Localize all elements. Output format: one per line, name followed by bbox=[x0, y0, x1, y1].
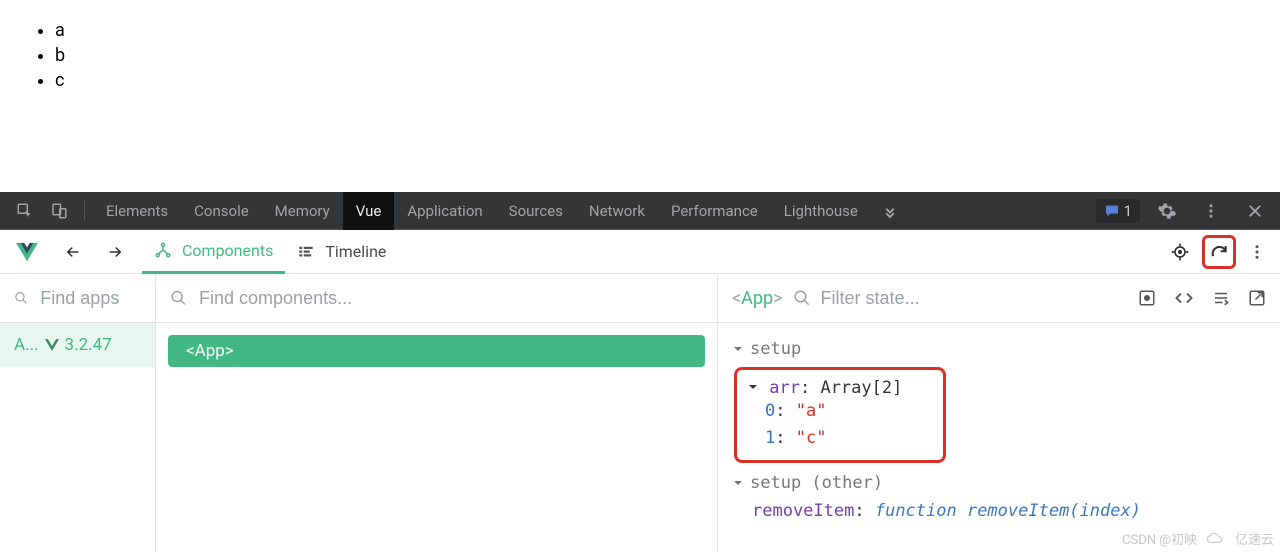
close-icon[interactable] bbox=[1242, 198, 1268, 224]
search-icon bbox=[14, 289, 28, 307]
list-item: c bbox=[55, 70, 1280, 91]
find-apps-search[interactable] bbox=[0, 274, 155, 323]
tab-components[interactable]: Components bbox=[142, 230, 285, 274]
tab-elements[interactable]: Elements bbox=[93, 192, 181, 230]
state-row-arr-0[interactable]: 0: "a" bbox=[747, 398, 933, 425]
apps-panel: A... 3.2.47 bbox=[0, 274, 156, 552]
section-setup-other[interactable]: setup (other) bbox=[732, 473, 1266, 493]
tab-vue[interactable]: Vue bbox=[343, 192, 395, 230]
find-apps-input[interactable] bbox=[40, 288, 141, 309]
caret-down-icon bbox=[732, 477, 744, 489]
caret-down-icon bbox=[732, 343, 744, 355]
locate-icon[interactable] bbox=[1170, 242, 1190, 262]
kebab-menu-icon[interactable] bbox=[1248, 243, 1266, 261]
app-row[interactable]: A... 3.2.47 bbox=[0, 323, 155, 367]
caret-down-icon bbox=[747, 381, 759, 393]
devtools-tabstrip: Elements Console Memory Vue Application … bbox=[0, 192, 1280, 230]
issues-badge[interactable]: 1 bbox=[1096, 199, 1140, 223]
list: a b c bbox=[55, 20, 1280, 91]
watermark: CSDN @初映 亿速云 bbox=[1116, 525, 1280, 552]
selected-component-tag: <App> bbox=[732, 288, 783, 309]
app-name: A... bbox=[14, 335, 39, 355]
component-node-app[interactable]: <App> bbox=[168, 335, 705, 367]
components-panel: <App> bbox=[156, 274, 718, 552]
tab-label: Timeline bbox=[325, 242, 386, 261]
arr-highlight-box: arr: Array[2] 0: "a" 1: "c" bbox=[734, 367, 946, 463]
tab-application[interactable]: Application bbox=[394, 192, 495, 230]
kebab-menu-icon[interactable] bbox=[1198, 198, 1224, 224]
tab-timeline[interactable]: Timeline bbox=[285, 230, 398, 274]
open-in-editor-icon[interactable] bbox=[1248, 289, 1266, 307]
inspect-element-icon[interactable] bbox=[12, 198, 38, 224]
section-setup[interactable]: setup bbox=[732, 339, 1266, 359]
state-row-arr-1[interactable]: 1: "c" bbox=[747, 425, 933, 452]
tab-console[interactable]: Console bbox=[181, 192, 262, 230]
issues-count: 1 bbox=[1124, 202, 1132, 220]
list-item: b bbox=[55, 45, 1280, 66]
nav-back-icon[interactable] bbox=[58, 237, 88, 267]
tab-lighthouse[interactable]: Lighthouse bbox=[771, 192, 871, 230]
vue-version: 3.2.47 bbox=[65, 335, 112, 355]
section-label: setup bbox=[750, 339, 801, 359]
nav-forward-icon[interactable] bbox=[100, 237, 130, 267]
tab-sources[interactable]: Sources bbox=[496, 192, 576, 230]
vue-devtools-toolbar: Components Timeline bbox=[0, 230, 1280, 274]
rendered-page: a b c bbox=[0, 0, 1280, 192]
separator bbox=[84, 201, 85, 221]
gear-icon[interactable] bbox=[1154, 198, 1180, 224]
vue-logo-icon bbox=[45, 339, 59, 351]
tab-memory[interactable]: Memory bbox=[262, 192, 343, 230]
inspector-panel: <App> setup arr: Array[2] 0: "a" bbox=[718, 274, 1280, 552]
state-row-arr[interactable]: arr: Array[2] bbox=[747, 378, 933, 398]
find-components-input[interactable] bbox=[199, 288, 703, 309]
search-icon bbox=[793, 289, 811, 307]
section-label: setup (other) bbox=[750, 473, 883, 493]
filter-state-input[interactable] bbox=[821, 288, 1128, 309]
search-icon bbox=[170, 289, 187, 307]
scroll-to-component-icon[interactable] bbox=[1138, 289, 1156, 307]
list-item: a bbox=[55, 20, 1280, 41]
more-tabs-icon[interactable] bbox=[877, 198, 903, 224]
device-toolbar-icon[interactable] bbox=[46, 198, 72, 224]
inspect-dom-icon[interactable] bbox=[1212, 289, 1230, 307]
tab-performance[interactable]: Performance bbox=[658, 192, 771, 230]
state-row-removeitem[interactable]: removeItem: function removeItem(index) bbox=[732, 501, 1266, 521]
refresh-button[interactable] bbox=[1202, 235, 1236, 269]
cloud-icon bbox=[1205, 532, 1227, 546]
find-components-search[interactable] bbox=[156, 274, 717, 323]
vue-logo-icon bbox=[16, 242, 38, 262]
tab-network[interactable]: Network bbox=[576, 192, 658, 230]
tab-label: Components bbox=[182, 241, 273, 260]
show-render-code-icon[interactable] bbox=[1174, 289, 1194, 307]
